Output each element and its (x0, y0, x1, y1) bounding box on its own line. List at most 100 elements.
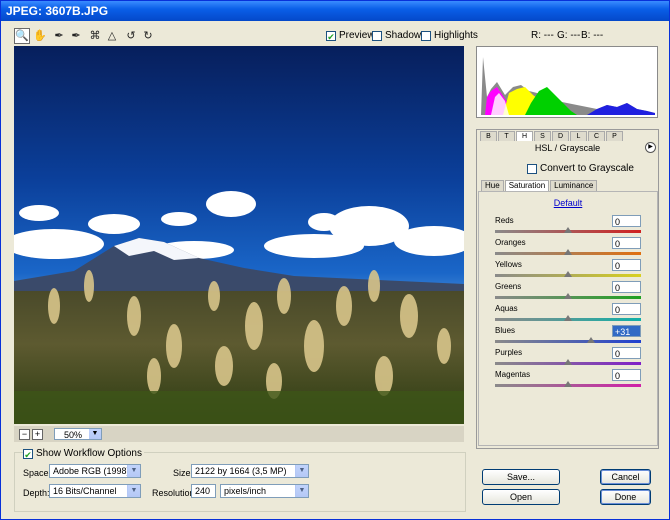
size-label: Size: (173, 468, 194, 478)
panel-tab-b[interactable]: B (480, 131, 497, 141)
shadows-label: Shadows (385, 30, 427, 41)
slider-thumb[interactable] (564, 315, 572, 321)
open-button[interactable]: Open (482, 489, 560, 505)
chevron-down-icon: ▼ (127, 465, 140, 477)
default-link[interactable]: Default (479, 198, 657, 208)
slider-track[interactable] (495, 249, 641, 255)
panel-tab-d[interactable]: D (552, 131, 569, 141)
slider-thumb[interactable] (564, 293, 572, 299)
slider-track[interactable] (495, 337, 641, 343)
subtab-hue[interactable]: Hue (481, 180, 504, 191)
zoom-select[interactable]: 50% ▼ (54, 428, 102, 440)
slider-label: Yellows (495, 260, 522, 269)
resolution-unit-select[interactable]: pixels/inch ▼ (220, 484, 309, 498)
panel-tab-c[interactable]: C (588, 131, 605, 141)
histogram (476, 46, 658, 118)
size-select[interactable]: 2122 by 1664 (3,5 MP) ▼ (191, 464, 309, 478)
slider-thumb[interactable] (564, 249, 572, 255)
panel-tab-s[interactable]: S (534, 131, 551, 141)
slider-row-reds: Reds 0 (479, 215, 657, 237)
done-button[interactable]: Done (600, 489, 651, 505)
slider-track[interactable] (495, 359, 641, 365)
preview-checkbox[interactable]: ✔ Preview (326, 30, 375, 42)
space-select[interactable]: Adobe RGB (1998) ▼ (49, 464, 141, 478)
rotate-right-icon[interactable]: ↻ (140, 28, 156, 44)
space-label: Space: (23, 468, 52, 478)
b-readout: B: --- (581, 30, 604, 41)
slider-track[interactable] (495, 293, 641, 299)
slider-label: Blues (495, 326, 516, 335)
slider-value-input[interactable]: 0 (612, 369, 641, 381)
slider-value-input[interactable]: 0 (612, 347, 641, 359)
slider-value-input[interactable]: +31 (612, 325, 641, 337)
cancel-button[interactable]: Cancel (600, 469, 651, 485)
histogram-graph (481, 57, 655, 115)
slider-thumb[interactable] (564, 359, 572, 365)
convert-grayscale-checkbox[interactable]: Convert to Grayscale (527, 163, 634, 174)
slider-track[interactable] (495, 271, 641, 277)
slider-label: Magentas (495, 370, 531, 379)
shadows-checkbox[interactable]: Shadows (372, 30, 426, 41)
window-title: JPEG: 3607B.JPG (1, 1, 669, 21)
space-value: Adobe RGB (1998) (53, 466, 130, 476)
crop-tool-icon[interactable]: ⌘ (87, 28, 103, 44)
panel-tab-l[interactable]: L (570, 131, 587, 141)
slider-track[interactable] (495, 315, 641, 321)
slider-label: Aquas (495, 304, 518, 313)
chevron-down-icon: ▼ (295, 485, 308, 497)
convert-grayscale-box (527, 163, 537, 174)
highlights-checkbox[interactable]: Highlights (421, 30, 478, 41)
hand-tool-icon[interactable]: ✋ (32, 28, 48, 44)
slider-row-yellows: Yellows 0 (479, 259, 657, 281)
image-preview[interactable] (14, 46, 464, 424)
preview-check-icon: ✔ (326, 30, 336, 42)
resolution-input[interactable]: 240 (191, 484, 216, 498)
slider-value-input[interactable]: 0 (612, 259, 641, 271)
slider-value-input[interactable]: 0 (612, 303, 641, 315)
preview-label: Preview (339, 30, 375, 41)
hsl-panel: BTHSDLCP HSL / Grayscale ▶ Convert to Gr… (476, 129, 659, 449)
depth-label: Depth: (23, 488, 50, 498)
panel-tab-p[interactable]: P (606, 131, 623, 141)
straighten-tool-icon[interactable]: △ (104, 28, 120, 44)
slider-row-magentas: Magentas 0 (479, 369, 657, 391)
slider-thumb[interactable] (586, 337, 595, 343)
slider-row-blues: Blues +31 (479, 325, 657, 347)
color-sampler-tool-icon[interactable]: ✒ (68, 28, 84, 44)
depth-select[interactable]: 16 Bits/Channel ▼ (49, 484, 141, 498)
slider-value-input[interactable]: 0 (612, 237, 641, 249)
shadows-box (372, 30, 382, 41)
slider-thumb[interactable] (564, 381, 572, 387)
slider-row-greens: Greens 0 (479, 281, 657, 303)
panel-tab-h[interactable]: H (516, 131, 533, 141)
save-button[interactable]: Save... (482, 469, 560, 485)
subtab-luminance[interactable]: Luminance (550, 180, 598, 191)
panel-menu-icon[interactable]: ▶ (645, 142, 656, 153)
zoom-in-button[interactable]: + (32, 429, 43, 440)
slider-value-input[interactable]: 0 (612, 281, 641, 293)
r-readout: R: --- (531, 30, 554, 41)
chevron-down-icon: ▼ (127, 485, 140, 497)
panel-tab-t[interactable]: T (498, 131, 515, 141)
rotate-left-icon[interactable]: ↺ (123, 28, 139, 44)
show-workflow-checkbox[interactable]: ✔ Show Workflow Options (23, 448, 144, 460)
slider-track[interactable] (495, 381, 641, 387)
zoom-tool-icon[interactable]: 🔍 (14, 28, 30, 44)
slider-thumb[interactable] (564, 227, 572, 233)
zoom-out-button[interactable]: − (19, 429, 30, 440)
hsl-subtabs: Hue Saturation Luminance (481, 180, 598, 191)
slider-label: Purples (495, 348, 523, 357)
slider-row-oranges: Oranges 0 (479, 237, 657, 259)
show-workflow-label: Show Workflow Options (36, 448, 142, 459)
slider-area: Default Reds 0 Oranges 0 Yellows 0 Greens 0 Aqua… (478, 191, 658, 446)
g-readout: G: --- (557, 30, 581, 41)
subtab-saturation[interactable]: Saturation (504, 180, 550, 191)
slider-label: Reds (495, 216, 514, 225)
show-workflow-check-icon: ✔ (23, 448, 33, 460)
white-balance-tool-icon[interactable]: ✒ (51, 28, 67, 44)
size-value: 2122 by 1664 (3,5 MP) (195, 466, 287, 476)
highlights-box (421, 30, 431, 41)
slider-thumb[interactable] (564, 271, 572, 277)
slider-value-input[interactable]: 0 (612, 215, 641, 227)
slider-track[interactable] (495, 227, 641, 233)
